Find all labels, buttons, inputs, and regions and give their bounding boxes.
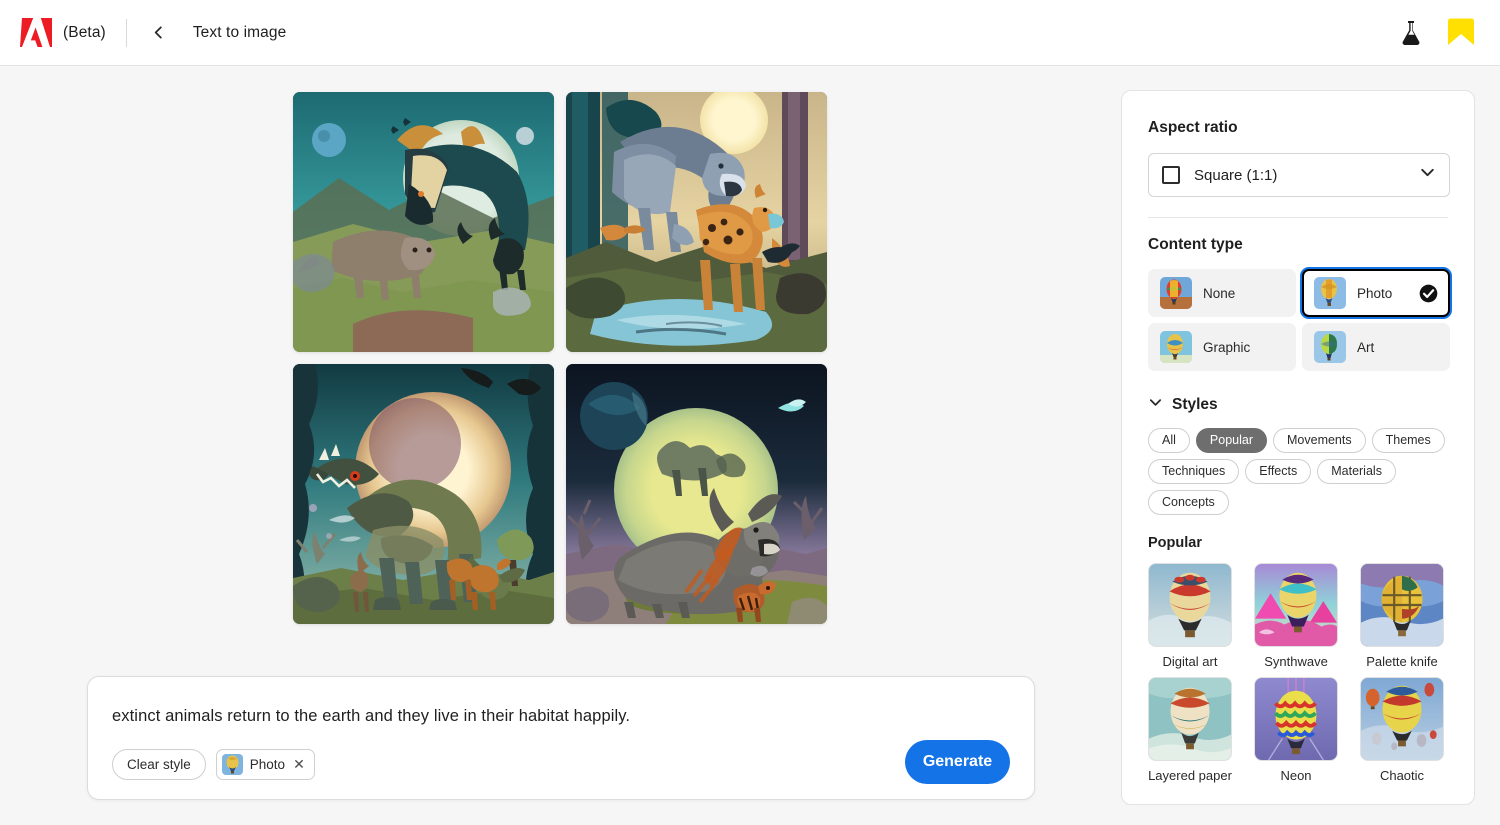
content-type-label: Photo — [1357, 285, 1393, 301]
style-preset-digital-art[interactable]: Digital art — [1148, 563, 1232, 669]
aspect-ratio-value: Square (1:1) — [1194, 166, 1278, 184]
applied-style-chip[interactable]: Photo ✕ — [215, 749, 315, 780]
brand-divider — [125, 18, 127, 47]
applied-style-chip-label: Photo — [249, 757, 286, 772]
style-thumb-palette-knife — [1360, 563, 1444, 647]
balloon-thumb-icon — [1160, 277, 1192, 309]
chevron-left-icon[interactable] — [145, 19, 173, 47]
style-filter-materials[interactable]: Materials — [1317, 459, 1396, 484]
generated-image-2[interactable] — [566, 92, 827, 352]
generation-canvas: extinct animals return to the earth and … — [0, 66, 1110, 825]
style-preset-label: Neon — [1280, 768, 1312, 783]
style-thumb-digital-art — [1148, 563, 1232, 647]
aspect-ratio-select[interactable]: Square (1:1) — [1148, 153, 1450, 197]
style-preset-chaotic[interactable]: Chaotic — [1360, 677, 1444, 783]
style-thumb-synthwave — [1254, 563, 1338, 647]
aspect-ratio-title: Aspect ratio — [1148, 119, 1238, 136]
square-icon — [1162, 166, 1180, 184]
balloon-thumb-icon — [1160, 331, 1192, 363]
style-preset-label: Chaotic — [1379, 768, 1425, 783]
style-filter-all[interactable]: All — [1148, 428, 1190, 453]
styles-title: Styles — [1172, 396, 1218, 413]
content-type-none[interactable]: None — [1148, 269, 1296, 317]
generated-image-3[interactable] — [293, 364, 554, 624]
style-preset-label: Palette knife — [1366, 654, 1438, 669]
top-bar: (Beta) Text to image — [0, 0, 1500, 66]
generate-button[interactable]: Generate — [905, 740, 1010, 784]
style-preset-synthwave[interactable]: Synthwave — [1254, 563, 1338, 669]
balloon-thumb-icon — [1314, 277, 1346, 309]
content-type-label: Graphic — [1203, 339, 1251, 355]
content-type-graphic[interactable]: Graphic — [1148, 323, 1296, 371]
balloon-thumb-icon — [221, 754, 243, 775]
chevron-down-icon — [1419, 164, 1436, 186]
styles-section-toggle[interactable]: Styles — [1148, 395, 1448, 415]
check-circle-icon — [1419, 284, 1438, 303]
style-preset-palette-knife[interactable]: Palette knife — [1360, 563, 1444, 669]
style-filter-concepts[interactable]: Concepts — [1148, 490, 1229, 515]
content-type-title: Content type — [1148, 236, 1243, 253]
style-filter-effects[interactable]: Effects — [1245, 459, 1312, 484]
brand-area: (Beta) Text to image — [0, 0, 286, 65]
style-preset-label: Synthwave — [1264, 654, 1328, 669]
clear-style-button[interactable]: Clear style — [112, 749, 206, 780]
page-title: Text to image — [192, 23, 287, 41]
style-filter-movements[interactable]: Movements — [1273, 428, 1366, 453]
style-filter-popular[interactable]: Popular — [1195, 428, 1267, 453]
settings-panel: Aspect ratio Square (1:1) Content type N… — [1121, 90, 1475, 805]
content-type-grid: None Photo Graphic Art — [1148, 269, 1450, 371]
prompt-input[interactable]: extinct animals return to the earth and … — [112, 707, 630, 726]
top-bar-actions — [1398, 16, 1500, 50]
style-group-label: Popular — [1148, 535, 1202, 551]
prompt-controls: Clear style Photo ✕ — [112, 749, 315, 780]
close-icon[interactable]: ✕ — [293, 756, 305, 773]
beta-label: (Beta) — [63, 23, 106, 41]
style-preset-grid: Digital art Synthwave Palette knife Laye… — [1148, 563, 1448, 783]
style-preset-layered-paper[interactable]: Layered paper — [1148, 677, 1232, 783]
beaker-icon[interactable] — [1398, 19, 1424, 47]
style-preset-neon[interactable]: Neon — [1254, 677, 1338, 783]
panel-divider-1 — [1148, 217, 1448, 218]
prompt-bar: extinct animals return to the earth and … — [87, 676, 1035, 800]
style-filter-chips: All Popular Movements Themes Techniques … — [1148, 428, 1452, 515]
content-type-label: Art — [1357, 339, 1375, 355]
style-thumb-chaotic — [1360, 677, 1444, 761]
content-type-art[interactable]: Art — [1302, 323, 1450, 371]
style-filter-techniques[interactable]: Techniques — [1148, 459, 1240, 484]
style-preset-label: Digital art — [1162, 654, 1218, 669]
generated-image-grid — [293, 92, 827, 630]
generated-image-1[interactable] — [293, 92, 554, 352]
balloon-thumb-icon — [1314, 331, 1346, 363]
style-filter-themes[interactable]: Themes — [1371, 428, 1445, 453]
bookmark-icon[interactable] — [1444, 16, 1478, 50]
generated-image-4[interactable] — [566, 364, 827, 624]
adobe-logo — [20, 17, 54, 48]
content-type-photo[interactable]: Photo — [1302, 269, 1450, 317]
chevron-down-icon — [1148, 395, 1163, 415]
style-preset-label: Layered paper — [1148, 768, 1232, 783]
style-thumb-layered-paper — [1148, 677, 1232, 761]
content-type-label: None — [1203, 285, 1236, 301]
style-thumb-neon — [1254, 677, 1338, 761]
